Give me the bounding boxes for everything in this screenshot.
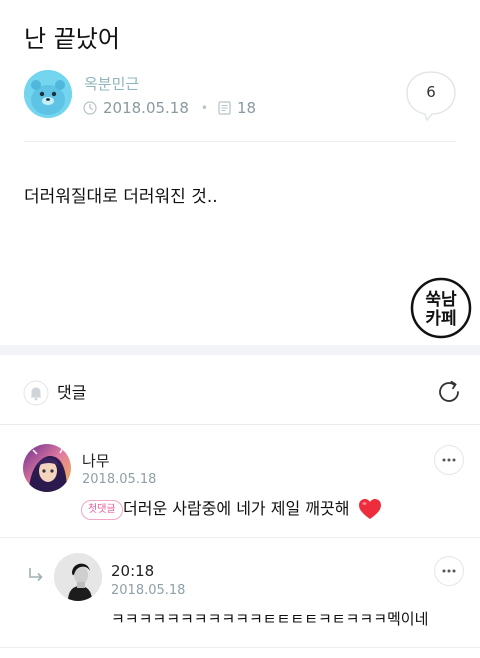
comment-date: 2018.05.18	[82, 472, 157, 487]
more-button[interactable]	[434, 445, 464, 475]
comment-author[interactable]: 나무	[82, 452, 110, 470]
more-button[interactable]	[434, 556, 464, 586]
document-icon	[218, 101, 231, 115]
divider	[24, 141, 456, 142]
post-views: 18	[236, 99, 257, 117]
comment-date: 2018.05.18	[111, 583, 186, 598]
author-name[interactable]: 옥분민근	[84, 75, 139, 93]
comments-title: 댓글	[57, 383, 87, 402]
watermark-logo: 쑥남 카페	[410, 277, 472, 339]
post-body: 더러워질대로 더러워진 것..	[24, 187, 218, 207]
comment-author[interactable]: 20:18	[111, 562, 154, 580]
watermark-line1: 쑥남	[425, 290, 457, 310]
post-date: 2018.05.18	[103, 99, 189, 117]
author-avatar[interactable]	[24, 70, 72, 118]
clock-icon	[83, 101, 97, 115]
refresh-icon[interactable]	[435, 378, 463, 406]
post-title: 난 끝났어	[24, 25, 120, 53]
divider	[0, 424, 480, 425]
comment-text: ㅋㅋㅋㅋㅋㅋㅋㅋㅋㅋㅋㅌㅌㅌㅌㅋㅌㅋㅋㅋ멕이네	[111, 610, 429, 628]
heart-icon	[358, 498, 382, 520]
post-meta: 2018.05.18 • 18	[83, 98, 256, 118]
section-separator	[0, 345, 480, 355]
reply-arrow-icon	[27, 566, 45, 584]
more-dots-icon	[442, 569, 456, 573]
first-comment-badge: 첫댓글	[81, 500, 123, 520]
meta-separator: •	[200, 101, 208, 115]
divider	[0, 537, 480, 538]
comment-text: 더러운 사람중에 네가 제일 깨끗해	[123, 499, 350, 518]
divider	[0, 647, 480, 648]
bell-icon[interactable]	[23, 380, 49, 406]
comment-avatar[interactable]	[23, 444, 71, 492]
more-dots-icon	[442, 458, 456, 462]
comment-count[interactable]: 6	[405, 82, 457, 102]
watermark-line2: 카페	[425, 309, 456, 329]
comment-avatar[interactable]	[54, 553, 102, 601]
